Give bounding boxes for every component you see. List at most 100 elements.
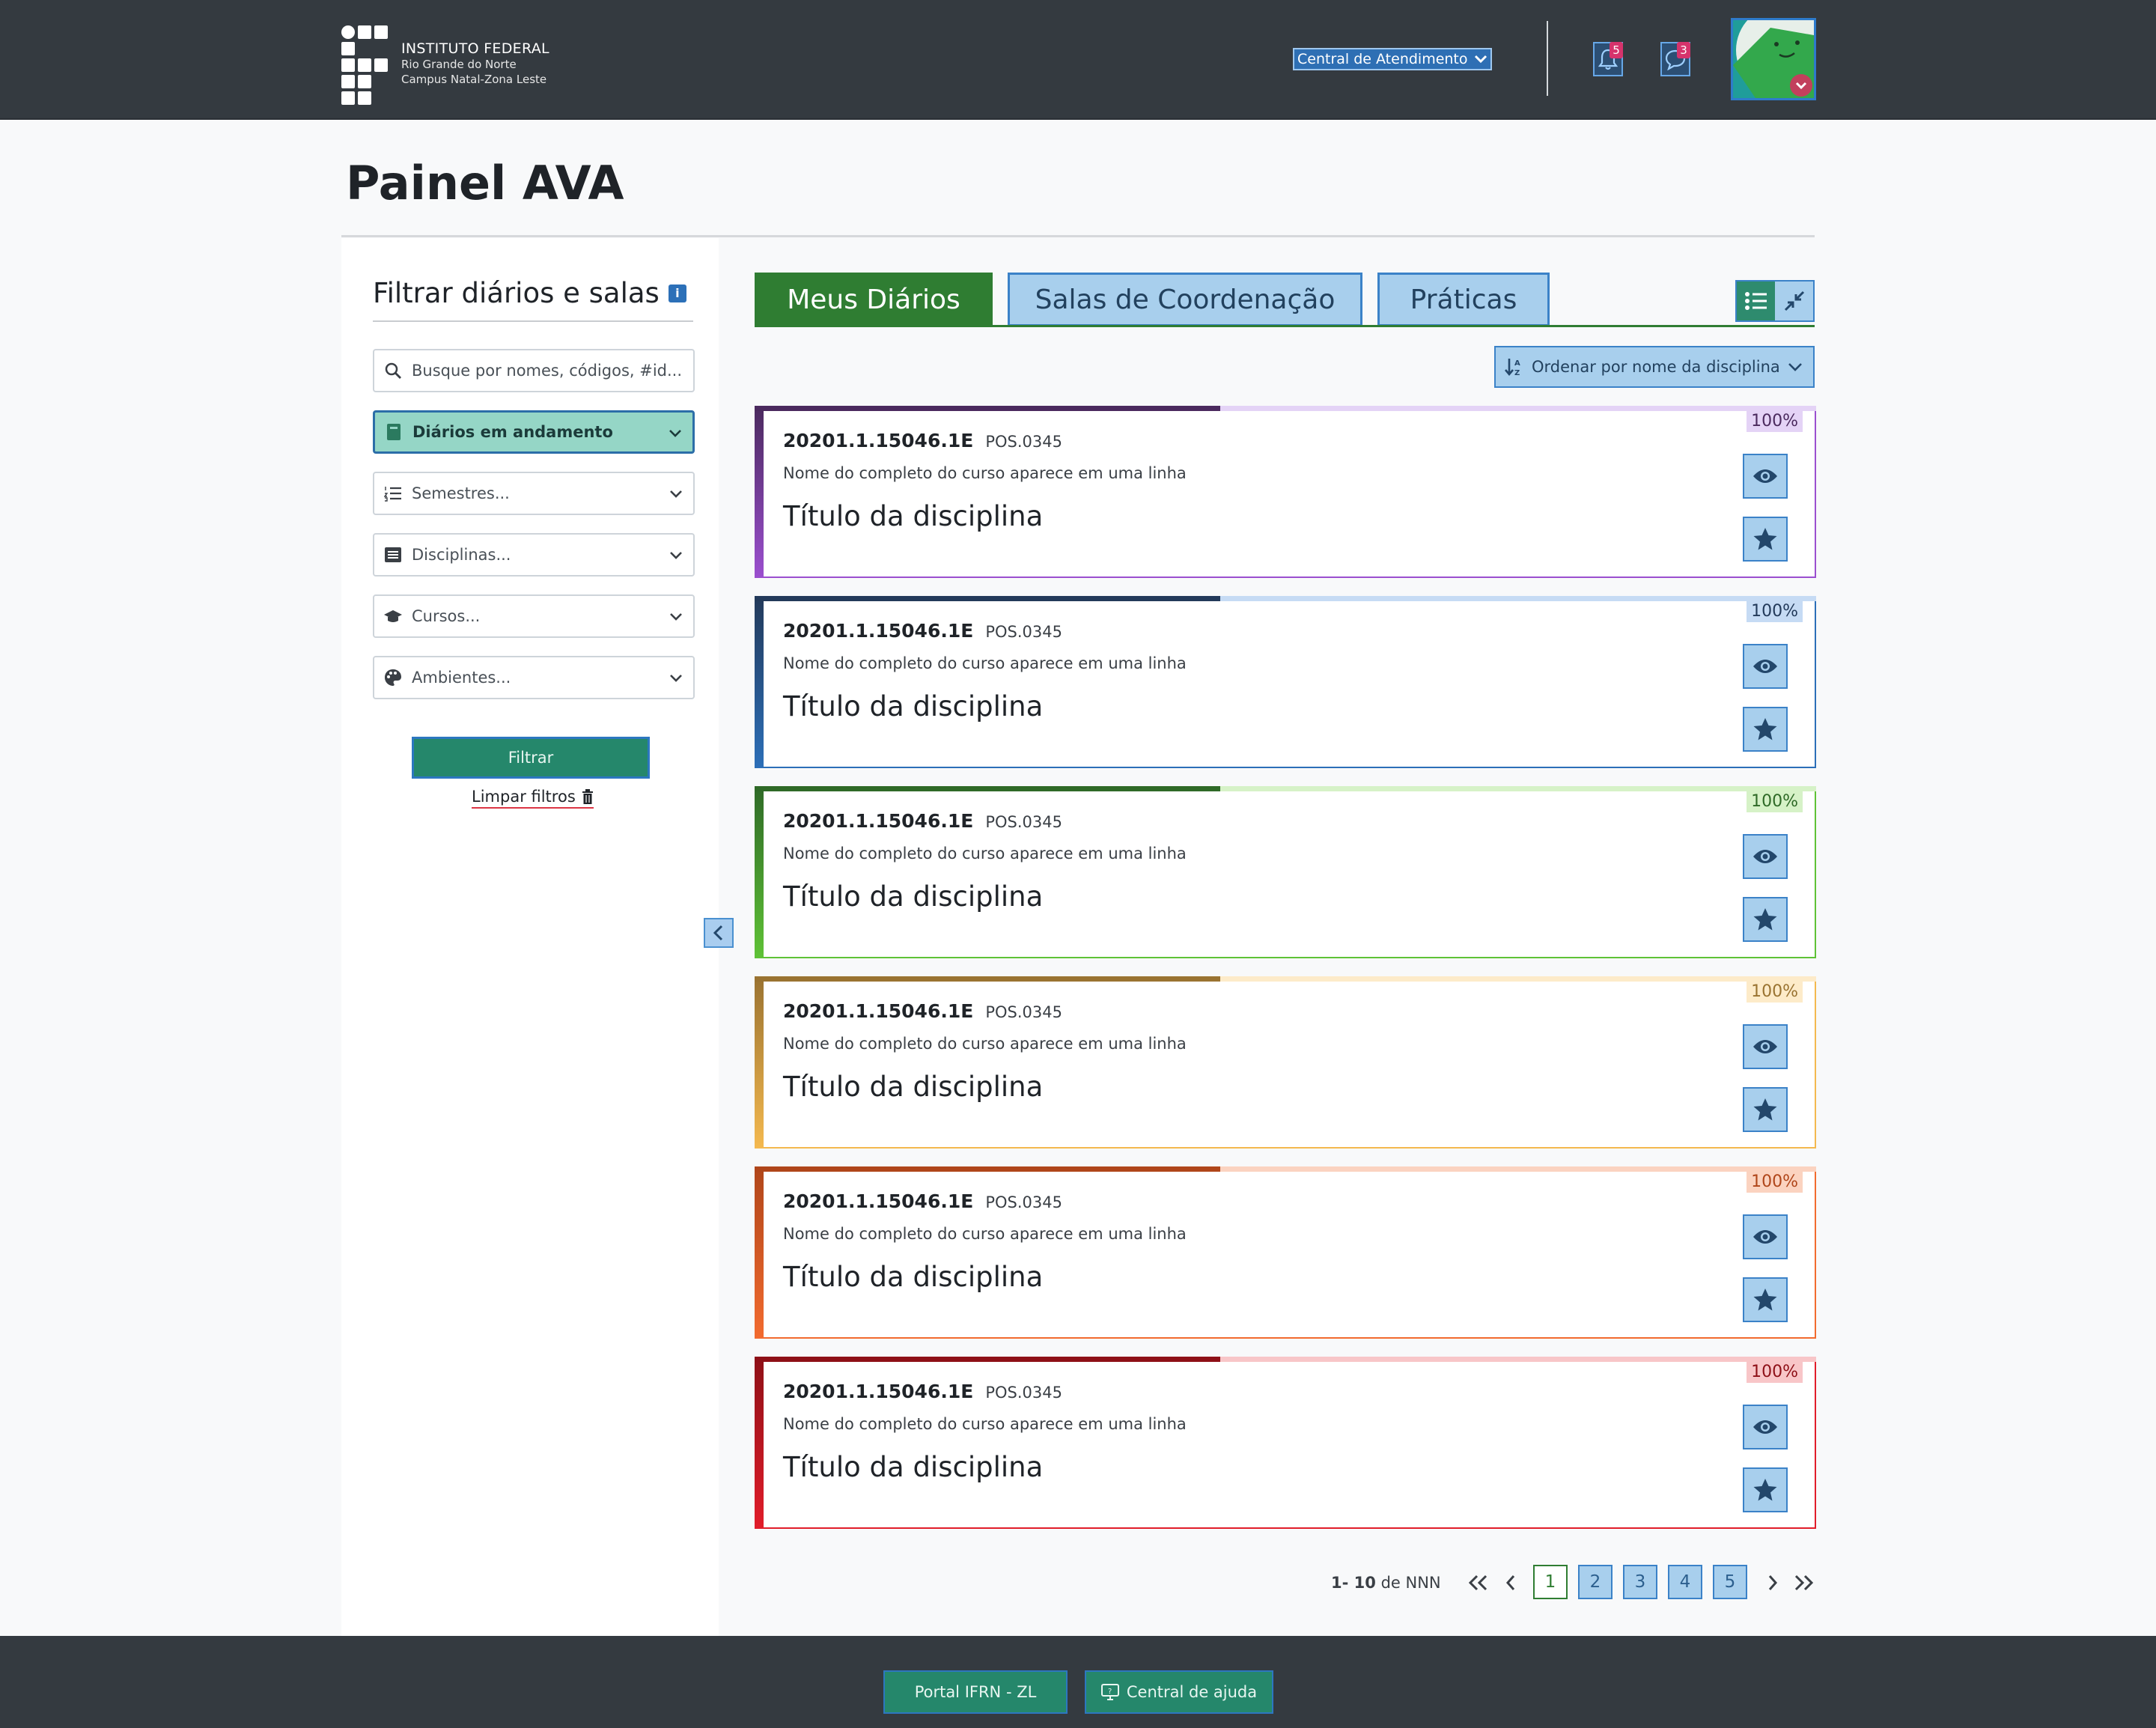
card-discipline-title[interactable]: Título da disciplina bbox=[783, 500, 1043, 532]
page-2-button[interactable]: 2 bbox=[1578, 1565, 1613, 1599]
tab-underline bbox=[755, 325, 1815, 327]
favorite-button[interactable] bbox=[1743, 897, 1788, 942]
diario-card[interactable]: 20201.1.15046.1E POS.0345 Nome do complet… bbox=[755, 406, 1816, 578]
favorite-button[interactable] bbox=[1743, 707, 1788, 752]
favorite-button[interactable] bbox=[1743, 1277, 1788, 1322]
diario-card[interactable]: 20201.1.15046.1E POS.0345 Nome do complet… bbox=[755, 786, 1816, 958]
central-ajuda-button[interactable]: ? Central de ajuda bbox=[1085, 1670, 1273, 1714]
card-progress-percent: 100% bbox=[1747, 791, 1803, 812]
ambientes-select[interactable]: Ambientes... bbox=[373, 656, 695, 699]
info-icon[interactable]: i bbox=[668, 284, 686, 302]
star-icon bbox=[1753, 908, 1777, 931]
filter-heading: Filtrar diários e salas i bbox=[373, 277, 686, 309]
numbered-list-icon bbox=[383, 485, 403, 502]
chevron-down-icon bbox=[1474, 55, 1487, 64]
card-progress-percent: 100% bbox=[1747, 410, 1803, 432]
diario-card[interactable]: 20201.1.15046.1E POS.0345 Nome do complet… bbox=[755, 596, 1816, 768]
view-button[interactable] bbox=[1743, 644, 1788, 689]
disciplinas-select[interactable]: Disciplinas... bbox=[373, 533, 695, 576]
eye-icon bbox=[1753, 1230, 1777, 1244]
view-button[interactable] bbox=[1743, 834, 1788, 879]
svg-text:Z: Z bbox=[1514, 369, 1520, 377]
logo-line-1: Rio Grande do Norte bbox=[401, 58, 517, 71]
notifications-button[interactable]: 5 bbox=[1593, 42, 1623, 76]
diario-card[interactable]: 20201.1.15046.1E POS.0345 Nome do complet… bbox=[755, 976, 1816, 1149]
collapse-sidebar-button[interactable] bbox=[704, 918, 734, 948]
status-select[interactable]: Diários em andamento bbox=[373, 410, 695, 454]
central-atendimento-select[interactable]: Central de Atendimento bbox=[1293, 48, 1492, 70]
next-page-button[interactable] bbox=[1758, 1568, 1788, 1598]
card-course-name: Nome do completo do curso aparece em uma… bbox=[783, 1225, 1187, 1243]
semestres-select[interactable]: Semestres... bbox=[373, 472, 695, 515]
page-1-button[interactable]: 1 bbox=[1533, 1565, 1568, 1599]
filter-divider bbox=[373, 320, 693, 322]
card-code-row: 20201.1.15046.1E POS.0345 bbox=[783, 1381, 1062, 1402]
card-discipline-title[interactable]: Título da disciplina bbox=[783, 1451, 1043, 1483]
card-discipline-title[interactable]: Título da disciplina bbox=[783, 1261, 1043, 1293]
card-progress-fill bbox=[755, 1357, 1220, 1362]
semestres-placeholder: Semestres... bbox=[412, 484, 510, 502]
card-pos: POS.0345 bbox=[985, 1384, 1062, 1402]
card-discipline-title[interactable]: Título da disciplina bbox=[783, 1071, 1043, 1103]
last-page-button[interactable] bbox=[1789, 1568, 1819, 1598]
card-discipline-title[interactable]: Título da disciplina bbox=[783, 880, 1043, 913]
messages-button[interactable]: 3 bbox=[1660, 42, 1690, 76]
card-course-name: Nome do completo do curso aparece em uma… bbox=[783, 845, 1187, 863]
filter-button[interactable]: Filtrar bbox=[412, 737, 650, 779]
search-input[interactable]: Busque por nomes, códigos, #id... bbox=[373, 349, 695, 392]
footer: Portal IFRN - ZL ? Central de ajuda bbox=[0, 1636, 2156, 1728]
card-code-row: 20201.1.15046.1E POS.0345 bbox=[783, 620, 1062, 642]
star-icon bbox=[1753, 1479, 1777, 1501]
card-code-row: 20201.1.15046.1E POS.0345 bbox=[783, 810, 1062, 832]
graduation-cap-icon bbox=[383, 609, 403, 624]
page-5-button[interactable]: 5 bbox=[1713, 1565, 1747, 1599]
view-button[interactable] bbox=[1743, 1214, 1788, 1259]
page-4-button[interactable]: 4 bbox=[1668, 1565, 1702, 1599]
diario-card[interactable]: 20201.1.15046.1E POS.0345 Nome do complet… bbox=[755, 1357, 1816, 1529]
view-button[interactable] bbox=[1743, 1024, 1788, 1069]
list-view-button[interactable] bbox=[1737, 282, 1775, 320]
chevron-down-icon bbox=[670, 675, 682, 682]
diario-card[interactable]: 20201.1.15046.1E POS.0345 Nome do complet… bbox=[755, 1166, 1816, 1339]
tab-salas-coordenacao[interactable]: Salas de Coordenação bbox=[1008, 273, 1362, 326]
compress-icon bbox=[1784, 290, 1804, 311]
card-pos: POS.0345 bbox=[985, 623, 1062, 641]
tab-praticas[interactable]: Práticas bbox=[1377, 273, 1550, 326]
tab-meus-diarios[interactable]: Meus Diários bbox=[755, 273, 993, 326]
card-code: 20201.1.15046.1E bbox=[783, 1000, 974, 1022]
card-progress-fill bbox=[755, 596, 1220, 601]
card-progress-percent: 100% bbox=[1747, 981, 1803, 1003]
chevron-down-icon bbox=[670, 552, 682, 559]
sort-select[interactable]: AZ Ordenar por nome da disciplina bbox=[1494, 346, 1815, 388]
top-navbar: INSTITUTO FEDERAL Rio Grande do Norte Ca… bbox=[0, 0, 2156, 120]
favorite-button[interactable] bbox=[1743, 1087, 1788, 1132]
logo-title: INSTITUTO FEDERAL bbox=[401, 40, 549, 57]
portal-ifrn-button[interactable]: Portal IFRN - ZL bbox=[883, 1670, 1068, 1714]
chevron-down-icon bbox=[1788, 363, 1802, 371]
prev-page-button[interactable] bbox=[1496, 1568, 1526, 1598]
sort-label: Ordenar por nome da disciplina bbox=[1532, 358, 1780, 376]
view-button[interactable] bbox=[1743, 454, 1788, 499]
user-avatar-menu[interactable] bbox=[1731, 18, 1816, 100]
pagination-total: de NNN bbox=[1380, 1574, 1441, 1592]
eye-icon bbox=[1753, 660, 1777, 673]
card-course-name: Nome do completo do curso aparece em uma… bbox=[783, 1415, 1187, 1433]
title-divider bbox=[341, 235, 1815, 237]
view-button[interactable] bbox=[1743, 1405, 1788, 1449]
favorite-button[interactable] bbox=[1743, 517, 1788, 562]
ifrn-logo[interactable]: INSTITUTO FEDERAL Rio Grande do Norte Ca… bbox=[341, 25, 549, 105]
card-pos: POS.0345 bbox=[985, 1003, 1062, 1021]
cursos-select[interactable]: Cursos... bbox=[373, 594, 695, 638]
first-page-button[interactable] bbox=[1463, 1568, 1493, 1598]
svg-text:?: ? bbox=[1108, 1688, 1112, 1696]
search-icon bbox=[383, 362, 403, 380]
clear-filters-link[interactable]: Limpar filtros bbox=[472, 788, 594, 809]
card-course-name: Nome do completo do curso aparece em uma… bbox=[783, 654, 1187, 672]
card-discipline-title[interactable]: Título da disciplina bbox=[783, 690, 1043, 722]
favorite-button[interactable] bbox=[1743, 1467, 1788, 1512]
star-icon bbox=[1753, 528, 1777, 550]
compact-view-button[interactable] bbox=[1775, 282, 1813, 320]
page-3-button[interactable]: 3 bbox=[1623, 1565, 1657, 1599]
search-placeholder: Busque por nomes, códigos, #id... bbox=[412, 362, 683, 380]
chevron-right-icon bbox=[1768, 1575, 1778, 1590]
